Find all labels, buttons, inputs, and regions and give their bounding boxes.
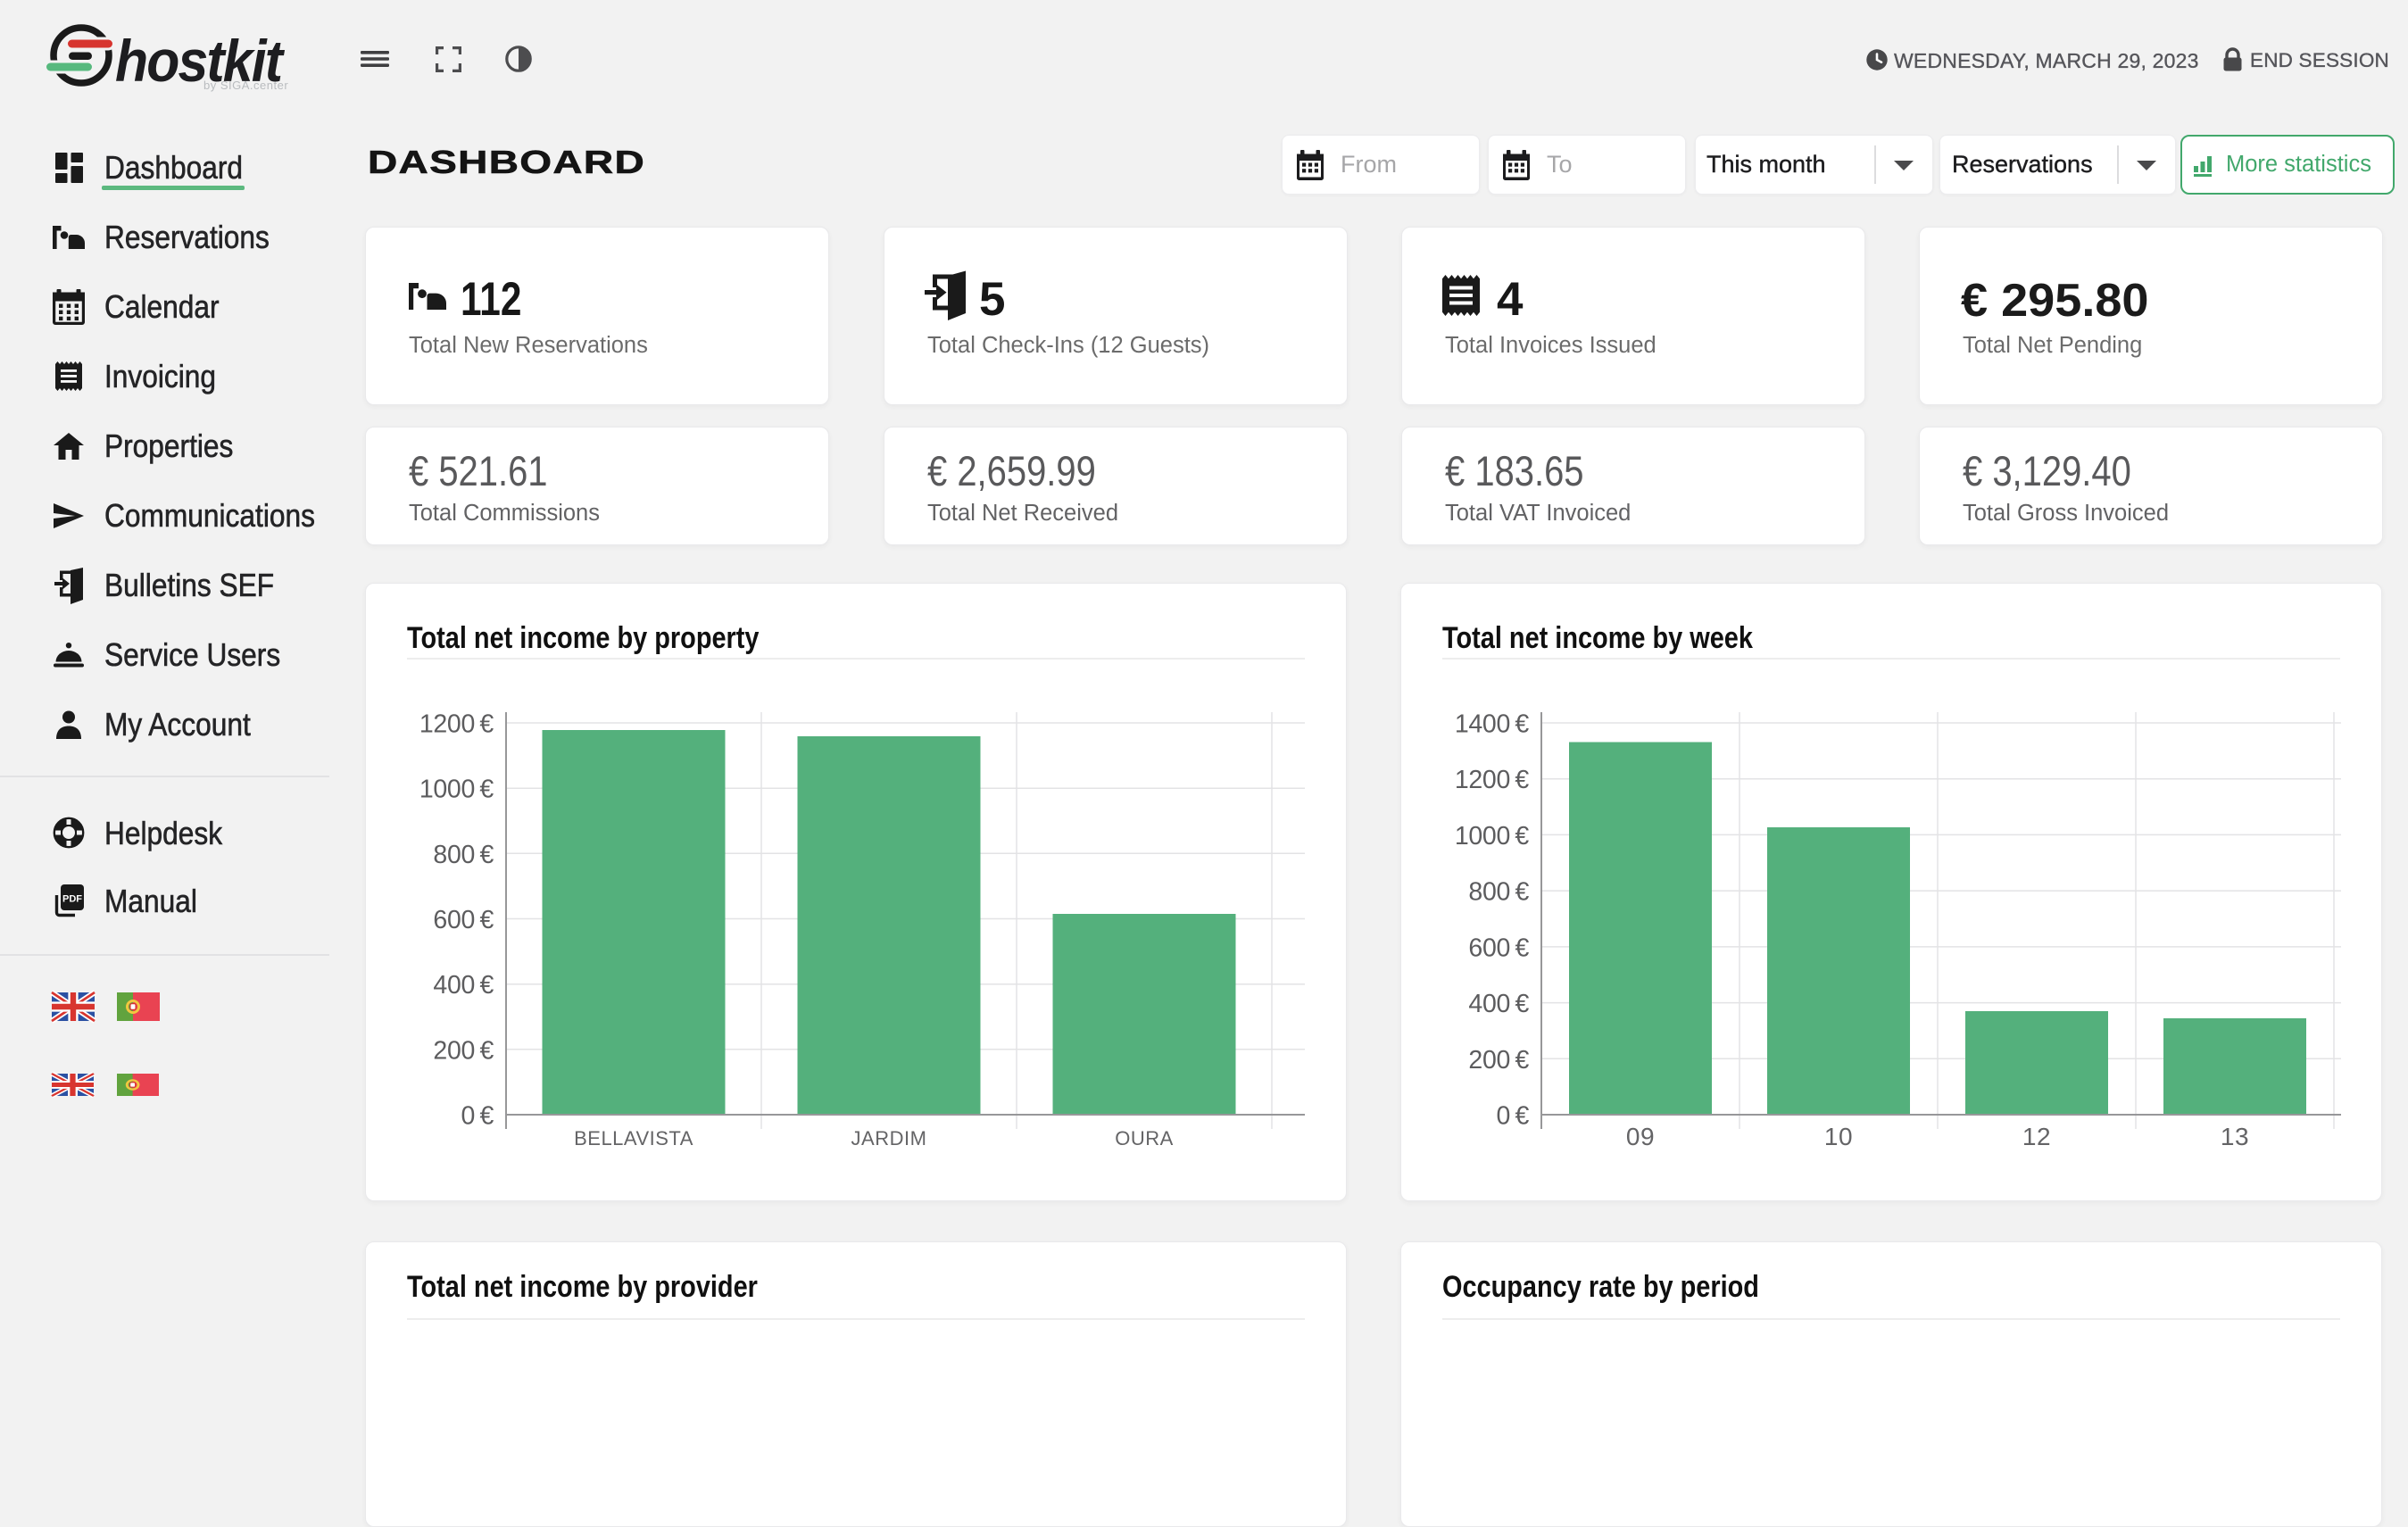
svg-text:1200 €: 1200 € <box>419 710 494 739</box>
svg-text:1000 €: 1000 € <box>1455 822 1530 851</box>
svg-text:800 €: 800 € <box>433 841 494 869</box>
svg-text:400 €: 400 € <box>1468 990 1529 1018</box>
svg-text:OURA: OURA <box>1115 1127 1174 1149</box>
svg-text:09: 09 <box>1626 1123 1655 1150</box>
svg-text:BELLAVISTA: BELLAVISTA <box>574 1127 693 1149</box>
svg-text:10: 10 <box>1824 1123 1853 1150</box>
svg-text:PDF: PDF <box>62 893 82 904</box>
svg-text:0 €: 0 € <box>461 1102 494 1131</box>
svg-text:0 €: 0 € <box>1496 1102 1529 1131</box>
svg-text:600 €: 600 € <box>1468 934 1529 962</box>
svg-text:200 €: 200 € <box>433 1036 494 1065</box>
svg-text:400 €: 400 € <box>433 971 494 1000</box>
svg-text:13: 13 <box>2221 1123 2249 1150</box>
svg-text:JARDIM: JARDIM <box>851 1127 927 1149</box>
svg-text:800 €: 800 € <box>1468 878 1529 907</box>
svg-text:1000 €: 1000 € <box>419 776 494 804</box>
svg-text:12: 12 <box>2022 1123 2051 1150</box>
svg-text:1200 €: 1200 € <box>1455 766 1530 794</box>
svg-text:200 €: 200 € <box>1468 1046 1529 1075</box>
svg-text:1400 €: 1400 € <box>1455 710 1530 739</box>
svg-text:600 €: 600 € <box>433 906 494 934</box>
